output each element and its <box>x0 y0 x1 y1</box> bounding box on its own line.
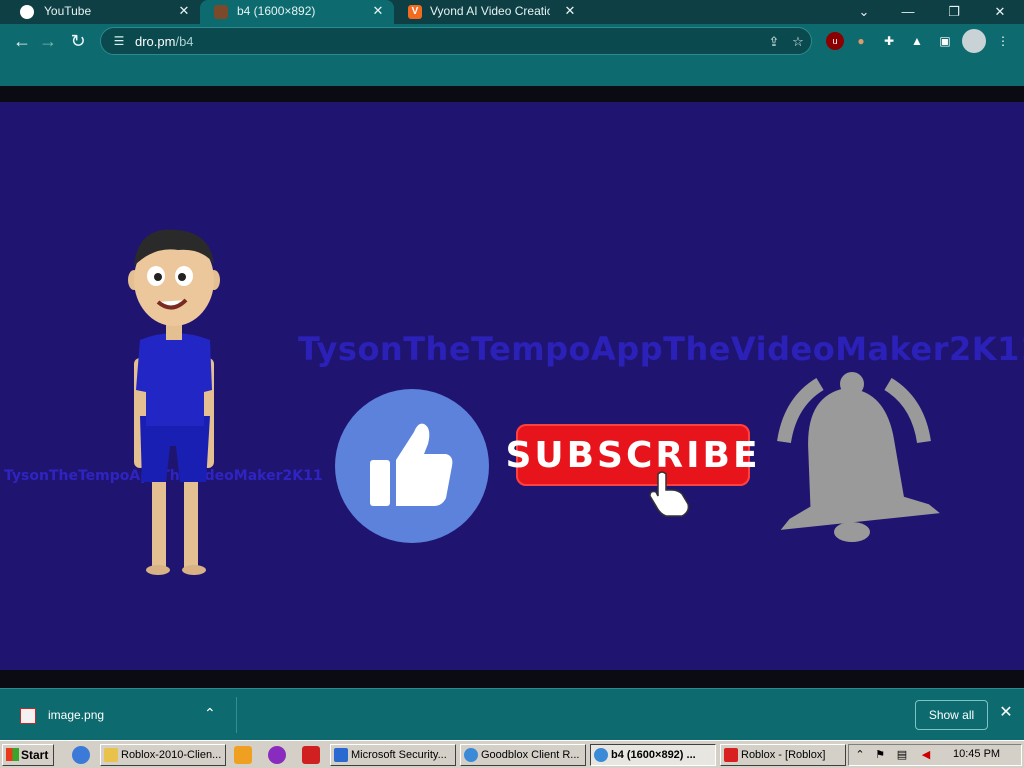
tab-title: Vyond AI Video Creation <box>430 4 550 18</box>
red-app-icon[interactable] <box>302 746 320 764</box>
close-tab-icon[interactable]: ✕ <box>370 3 386 19</box>
character-foot <box>182 565 206 575</box>
restore-icon[interactable]: ❐ <box>932 0 976 24</box>
chevron-up-icon[interactable]: ⌃ <box>204 705 216 722</box>
image-icon <box>214 5 228 19</box>
close-icon[interactable]: ✕ <box>996 703 1016 723</box>
vyond-icon: V <box>408 5 422 19</box>
tab-title: b4 (1600×892) <box>237 4 316 18</box>
image-file-icon <box>20 708 36 724</box>
taskbar: Start Roblox-2010-Clien... Microsoft Sec… <box>0 740 1024 768</box>
taskbar-label: Microsoft Security... <box>351 749 447 761</box>
cookie-icon[interactable]: ● <box>852 32 870 50</box>
start-button[interactable]: Start <box>2 744 54 766</box>
taskbar-label: Goodblox Client R... <box>481 749 580 761</box>
taskbar-label: Roblox - [Roblox] <box>741 749 826 761</box>
thumbs-up-icon <box>335 389 489 543</box>
browser-icon <box>594 748 608 762</box>
browser-icon <box>464 748 478 762</box>
tab-title: YouTube <box>44 4 92 18</box>
taskbar-button[interactable]: Roblox-2010-Clien... <box>100 744 226 766</box>
subscribe-label: SUBSCRIBE <box>505 434 761 476</box>
share-icon[interactable]: ⇪ <box>765 33 783 51</box>
internet-explorer-icon[interactable] <box>72 746 90 764</box>
url-host: dro.pm <box>135 34 176 49</box>
forward-icon[interactable]: → <box>36 29 60 53</box>
character-shirt <box>136 333 212 426</box>
address-bar[interactable]: ☰ dro.pm/b4 ⇪ ☆ <box>100 27 812 55</box>
volume-muted-icon[interactable]: ◀ <box>919 748 933 762</box>
ublock-icon[interactable]: u <box>826 32 844 50</box>
network-icon[interactable]: ▤ <box>895 748 909 762</box>
back-icon[interactable]: ← <box>10 29 34 53</box>
bookmark-star-icon[interactable]: ☆ <box>789 33 807 51</box>
show-hidden-icons-icon[interactable]: ⌃ <box>853 748 867 762</box>
divider <box>236 697 237 733</box>
extensions-puzzle-icon[interactable]: ✚ <box>880 32 898 50</box>
taskbar-button[interactable]: b4 (1600×892) ... <box>590 744 716 766</box>
taskbar-label: b4 (1600×892) ... <box>611 749 696 761</box>
notification-bell-icon <box>777 372 940 542</box>
tab-search-icon[interactable]: ⌄ <box>842 0 886 24</box>
close-tab-icon[interactable]: ✕ <box>562 3 578 19</box>
image-viewer[interactable]: TysonTheTempoAppTheVideoMaker2K11 TysonT… <box>0 102 1024 670</box>
subscribe-button: SUBSCRIBE <box>505 424 758 486</box>
side-panel-icon[interactable]: ▣ <box>936 32 954 50</box>
windows-flag-icon <box>6 748 19 761</box>
page-content: TysonTheTempoAppTheVideoMaker2K11 TysonT… <box>0 86 1024 688</box>
taskbar-label: Roblox-2010-Clien... <box>121 749 222 761</box>
bookmark-bar <box>0 58 1024 86</box>
system-tray: ⌃ ⚑ ▤ ◀ 10:45 PM <box>848 744 1022 766</box>
security-icon <box>334 748 348 762</box>
tab-image[interactable]: b4 (1600×892) ✕ <box>200 0 394 24</box>
clock[interactable]: 10:45 PM <box>953 748 1000 760</box>
download-bar: image.png ⌃ Show all ✕ <box>0 688 1024 740</box>
profile-avatar[interactable] <box>962 29 986 53</box>
tab-vyond[interactable]: V Vyond AI Video Creation ✕ <box>394 0 584 24</box>
taskbar-button[interactable]: Roblox - [Roblox] <box>720 744 846 766</box>
folder-icon <box>104 748 118 762</box>
media-player-icon[interactable] <box>234 746 252 764</box>
cartoon-character <box>128 229 220 575</box>
close-window-icon[interactable]: ✕ <box>978 0 1022 24</box>
site-info-icon[interactable]: ☰ <box>111 33 127 49</box>
menu-kebab-icon[interactable]: ⋮ <box>994 32 1012 50</box>
url-path: /b4 <box>175 34 194 49</box>
tab-strip: YouTube ✕ b4 (1600×892) ✕ V Vyond AI Vid… <box>0 0 1024 24</box>
character-foot <box>146 565 170 575</box>
purple-app-icon[interactable] <box>268 746 286 764</box>
google-g-icon <box>20 5 34 19</box>
hand-cursor-icon <box>649 471 690 517</box>
browser-toolbar: ← → ↻ ☰ dro.pm/b4 ⇪ ☆ u ● ✚ ▲ ▣ ⋮ <box>0 24 1024 58</box>
flag-icon[interactable]: ⚑ <box>873 748 887 762</box>
character-pupil <box>154 273 162 281</box>
reload-icon[interactable]: ↻ <box>66 29 90 53</box>
labs-flask-icon[interactable]: ▲ <box>908 32 926 50</box>
roblox-icon <box>724 748 738 762</box>
close-tab-icon[interactable]: ✕ <box>176 3 192 19</box>
show-all-button[interactable]: Show all <box>915 700 988 730</box>
taskbar-button[interactable]: Microsoft Security... <box>330 744 456 766</box>
start-label: Start <box>21 748 49 762</box>
url-text[interactable]: dro.pm/b4 <box>135 34 194 49</box>
minimize-icon[interactable]: — <box>886 0 930 24</box>
download-item[interactable]: image.png <box>48 708 104 722</box>
character-pupil <box>178 273 186 281</box>
taskbar-button[interactable]: Goodblox Client R... <box>460 744 586 766</box>
tab-youtube[interactable]: YouTube ✕ <box>0 0 200 24</box>
